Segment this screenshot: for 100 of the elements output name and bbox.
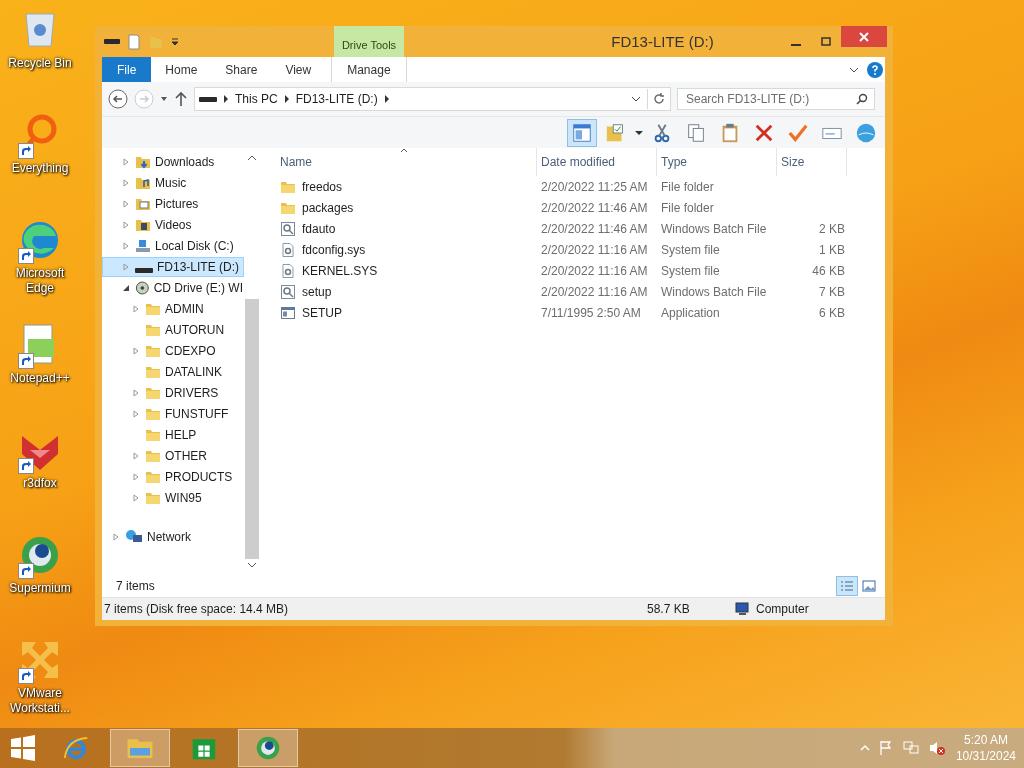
tree-item[interactable]: Downloads: [102, 152, 244, 172]
expand-arrow-icon[interactable]: [122, 221, 130, 229]
date-cell-text: 2/20/2022 11:46 AM: [540, 200, 649, 215]
tree-item[interactable]: AUTORUN: [102, 320, 244, 340]
tree-item[interactable]: FUNSTUFF: [102, 404, 244, 424]
file-name[interactable]: freedos: [302, 179, 343, 194]
address-bar[interactable]: This PC FD13-LITE (D:): [194, 87, 671, 111]
cd-icon: [135, 280, 150, 296]
tree-item[interactable]: Videos: [102, 215, 244, 235]
expand-arrow-icon[interactable]: [122, 179, 130, 187]
scroll-down-icon[interactable]: [247, 561, 257, 569]
tree-item[interactable]: Local Disk (C:): [102, 236, 244, 256]
folder-icon: [145, 490, 161, 506]
tree-item[interactable]: Music: [102, 173, 244, 193]
tree-item[interactable]: PRODUCTS: [102, 467, 244, 487]
expand-arrow-icon[interactable]: [132, 452, 140, 460]
chevron-icon[interactable]: [383, 95, 390, 103]
date-cell-text: 2/20/2022 11:16 AM: [540, 284, 649, 299]
tree-item[interactable]: HELP: [102, 425, 244, 445]
tree-item[interactable]: DATALINK: [102, 362, 244, 382]
muted-speaker-icon[interactable]: [927, 740, 946, 756]
size-cell-text: 6 KB: [818, 305, 846, 320]
expand-arrow-icon[interactable]: [132, 473, 140, 481]
item-count: 7 items: [116, 579, 155, 593]
chevron-icon[interactable]: [223, 95, 229, 103]
status-text: 7 items (Disk free space: 14.4 MB): [103, 602, 290, 616]
dropdown-icon[interactable]: [635, 128, 643, 137]
network-tray-icon[interactable]: [901, 740, 920, 756]
back-button[interactable]: [108, 89, 128, 109]
file-name[interactable]: packages: [302, 200, 354, 215]
close-button[interactable]: [841, 26, 887, 47]
search-field[interactable]: Search FD13-LITE (D:): [677, 88, 875, 110]
ribbon-tab[interactable]: Share: [211, 57, 272, 82]
details-view-button[interactable]: [836, 576, 858, 596]
expand-arrow-icon[interactable]: [132, 410, 140, 418]
music-folder-icon: [135, 175, 151, 191]
dropdown-icon[interactable]: [631, 95, 641, 103]
tree-item[interactable]: WIN95: [102, 488, 244, 508]
column-header[interactable]: Name: [276, 148, 537, 176]
preview-pane-icon: [571, 121, 593, 144]
date-cell-text: 2/20/2022 11:16 AM: [540, 263, 649, 278]
tree-item[interactable]: Network: [102, 527, 244, 547]
help-icon[interactable]: [867, 61, 883, 78]
tree-item[interactable]: CDEXPO: [102, 341, 244, 361]
tree-item[interactable]: Pictures: [102, 194, 244, 214]
file-name[interactable]: fdconfig.sys: [302, 242, 366, 257]
file-name[interactable]: SETUP: [302, 305, 342, 320]
status-location: Computer: [756, 602, 809, 616]
tree-item[interactable]: OTHER: [102, 446, 244, 466]
folder-icon: [145, 469, 161, 485]
drive-icon: [135, 267, 153, 273]
folder-icon: [145, 364, 161, 380]
ribbon-tab[interactable]: Home: [151, 57, 212, 82]
column-header[interactable]: Size: [777, 148, 847, 176]
drive-icon: [104, 39, 120, 44]
type-cell-text: File folder: [660, 200, 715, 215]
computer-icon: [735, 602, 751, 616]
breadcrumb-item[interactable]: This PC: [235, 92, 278, 106]
ribbon-tab[interactable]: View: [271, 57, 326, 82]
properties-button[interactable]: [126, 33, 142, 50]
expand-arrow-icon[interactable]: [122, 200, 130, 208]
tree-item[interactable]: CD Drive (E:) WI: [102, 278, 244, 298]
size-cell-text: 1 KB: [818, 242, 846, 257]
taskbar-app-button[interactable]: [238, 729, 298, 767]
expand-arrow-icon[interactable]: [132, 494, 140, 502]
expand-arrow-icon[interactable]: [122, 158, 130, 166]
expand-arrow-icon[interactable]: [122, 263, 130, 271]
expand-arrow-icon[interactable]: [132, 389, 140, 397]
toolbar-button[interactable]: [567, 118, 597, 147]
tree-item[interactable]: DRIVERS: [102, 383, 244, 403]
chevron-icon[interactable]: [283, 95, 290, 103]
drive-icon: [199, 96, 217, 102]
tree-item[interactable]: ADMIN: [102, 299, 244, 319]
file-name[interactable]: KERNEL.SYS: [302, 263, 378, 278]
breadcrumb-item[interactable]: FD13-LITE (D:): [295, 92, 378, 106]
column-header[interactable]: Type: [657, 148, 777, 176]
file-name[interactable]: setup: [302, 284, 332, 299]
expand-arrow-icon[interactable]: [112, 533, 120, 541]
type-cell-text: Application: [660, 305, 721, 320]
folder-icon: [145, 322, 161, 338]
ribbon-tab[interactable]: File: [102, 57, 152, 82]
recent-dropdown-button[interactable]: [160, 95, 168, 103]
file-name[interactable]: fdauto: [302, 221, 336, 236]
show-hidden-icons-icon[interactable]: [859, 744, 870, 752]
expand-arrow-icon[interactable]: [132, 347, 140, 355]
flag-icon[interactable]: [877, 740, 894, 756]
scroll-up-icon[interactable]: [247, 154, 257, 162]
date-cell-text: 2/20/2022 11:25 AM: [540, 179, 649, 194]
date-cell-text: 2/20/2022 11:16 AM: [540, 242, 649, 257]
folder-icon: [145, 427, 161, 443]
collapse-arrow-icon[interactable]: [122, 284, 130, 292]
expand-arrow-icon[interactable]: [122, 242, 130, 250]
expand-arrow-icon[interactable]: [132, 305, 140, 313]
downloads-folder-icon: [135, 154, 151, 170]
column-header[interactable]: Date modified: [537, 148, 657, 176]
tree-item[interactable]: FD13-LITE (D:): [102, 257, 244, 277]
folder-icon: [145, 343, 161, 359]
up-button[interactable]: [174, 91, 188, 107]
folder-icon: [145, 448, 161, 464]
customize-dropdown-button[interactable]: [170, 36, 180, 47]
